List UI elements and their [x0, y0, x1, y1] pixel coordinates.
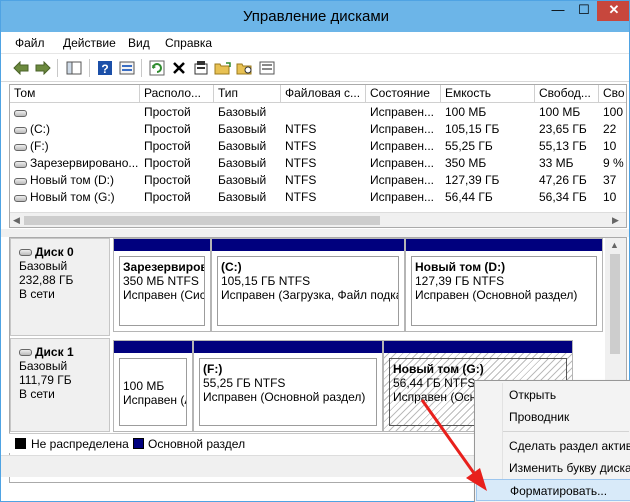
- annotation-arrow: [420, 399, 487, 491]
